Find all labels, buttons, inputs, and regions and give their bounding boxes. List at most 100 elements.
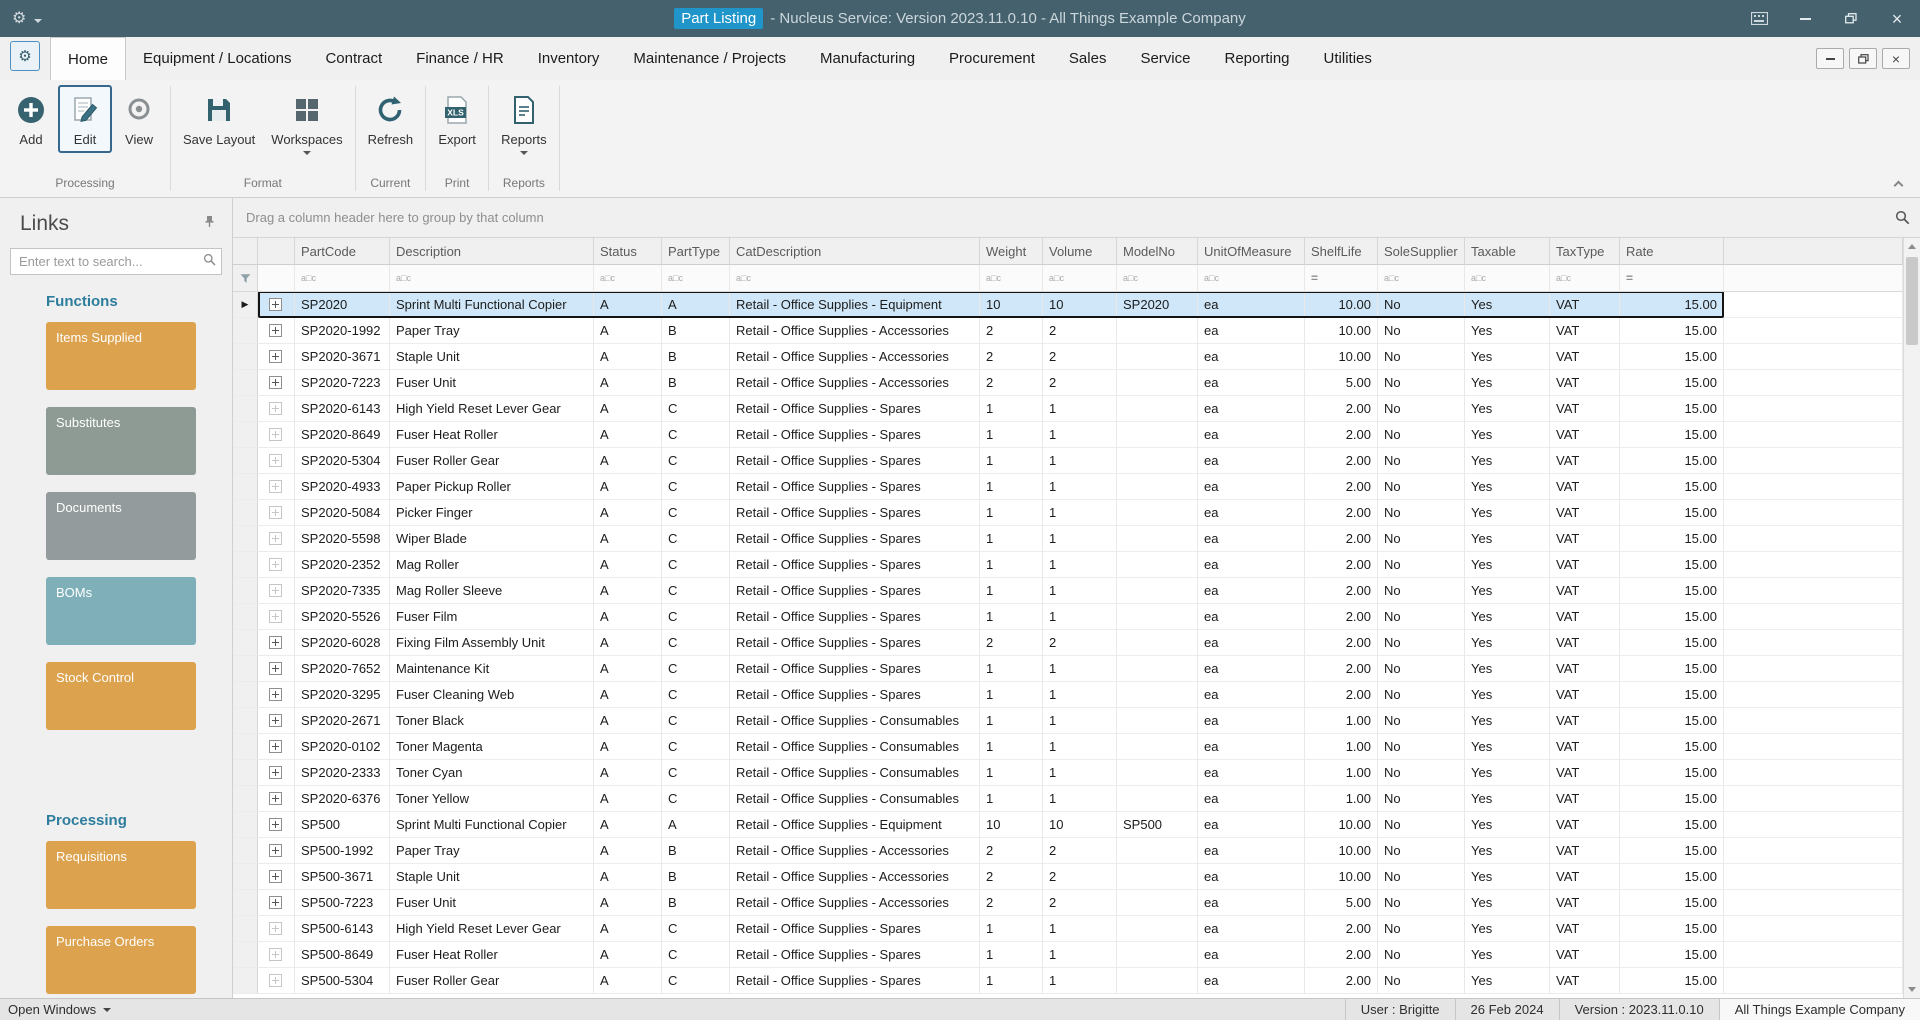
group-by-band[interactable]: Drag a column header here to group by th… <box>233 198 1920 238</box>
expand-icon[interactable] <box>269 974 282 987</box>
sidebar-link-requisitions[interactable]: Requisitions <box>46 841 196 909</box>
tab-home[interactable]: Home <box>50 37 127 80</box>
grid-row-sp500-8649[interactable]: SP500-8649 Fuser Heat Roller A C Retail - Of… <box>233 942 1903 968</box>
tab-service[interactable]: Service <box>1123 37 1207 80</box>
tab-sales[interactable]: Sales <box>1052 37 1124 80</box>
expand-cell[interactable] <box>258 396 295 422</box>
expand-icon[interactable] <box>269 688 282 701</box>
column-header-catdescription[interactable]: CatDescription <box>730 238 980 265</box>
filter-cell-status[interactable]: a□c <box>594 265 662 292</box>
filter-cell-unitofmeasure[interactable]: a□c <box>1198 265 1305 292</box>
tab-contract[interactable]: Contract <box>308 37 399 80</box>
grid-row-sp2020-7223[interactable]: SP2020-7223 Fuser Unit A B Retail - Office S… <box>233 370 1903 396</box>
filter-cell-catdescription[interactable]: a□c <box>730 265 980 292</box>
expand-cell[interactable] <box>258 682 295 708</box>
expand-cell[interactable] <box>258 786 295 812</box>
expand-cell[interactable] <box>258 578 295 604</box>
grid-row-sp2020-2352[interactable]: SP2020-2352 Mag Roller A C Retail - Office S… <box>233 552 1903 578</box>
expand-cell[interactable] <box>258 318 295 344</box>
expand-cell[interactable] <box>258 838 295 864</box>
sidebar-link-stock-control[interactable]: Stock Control <box>46 662 196 730</box>
grid-row-sp2020-0102[interactable]: SP2020-0102 Toner Magenta A C Retail - Offic… <box>233 734 1903 760</box>
expand-cell[interactable] <box>258 630 295 656</box>
expand-icon[interactable] <box>269 844 282 857</box>
column-header-unitofmeasure[interactable]: UnitOfMeasure <box>1198 238 1305 265</box>
collapse-ribbon-button[interactable] <box>1888 175 1908 191</box>
reports-button[interactable]: Reports <box>493 85 555 161</box>
expand-icon[interactable] <box>269 376 282 389</box>
expand-cell[interactable] <box>258 344 295 370</box>
tab-utilities[interactable]: Utilities <box>1307 37 1389 80</box>
grid-row-sp2020-2333[interactable]: SP2020-2333 Toner Cyan A C Retail - Office S… <box>233 760 1903 786</box>
sidebar-link-documents[interactable]: Documents <box>46 492 196 560</box>
titlebar-chevron-down-icon[interactable] <box>34 18 43 23</box>
tab-procurement[interactable]: Procurement <box>932 37 1052 80</box>
grid-row-sp2020[interactable]: ▶ SP2020 Sprint Multi Functional Copier A A R… <box>233 292 1903 318</box>
expand-icon[interactable] <box>269 610 282 623</box>
grid-row-sp2020-5598[interactable]: SP2020-5598 Wiper Blade A C Retail - Office … <box>233 526 1903 552</box>
filter-cell-weight[interactable]: a□c <box>980 265 1043 292</box>
scroll-up-button[interactable] <box>1904 238 1920 255</box>
expand-cell[interactable] <box>258 500 295 526</box>
grid-row-sp2020-6376[interactable]: SP2020-6376 Toner Yellow A C Retail - Office… <box>233 786 1903 812</box>
column-header-description[interactable]: Description <box>390 238 594 265</box>
edit-button[interactable]: Edit <box>58 85 112 153</box>
column-header-taxtype[interactable]: TaxType <box>1550 238 1620 265</box>
filter-cell-rate[interactable]: = <box>1620 265 1724 292</box>
document-restore-button[interactable] <box>1849 48 1877 69</box>
expand-icon[interactable] <box>269 558 282 571</box>
grid-row-sp2020-8649[interactable]: SP2020-8649 Fuser Heat Roller A C Retail - O… <box>233 422 1903 448</box>
expand-cell[interactable] <box>258 370 295 396</box>
export-button[interactable]: XLS Export <box>430 85 484 153</box>
grid-row-sp500[interactable]: SP500 Sprint Multi Functional Copier A A Ret… <box>233 812 1903 838</box>
expand-cell[interactable] <box>258 864 295 890</box>
vertical-scrollbar[interactable] <box>1903 238 1920 998</box>
expand-icon[interactable] <box>269 922 282 935</box>
grid-row-sp2020-3671[interactable]: SP2020-3671 Staple Unit A B Retail - Office … <box>233 344 1903 370</box>
tab-equipment-locations[interactable]: Equipment / Locations <box>126 37 308 80</box>
open-windows-button[interactable]: Open Windows <box>0 1002 112 1017</box>
settings-gear-icon[interactable]: ⚙ <box>12 10 26 27</box>
grid-row-sp2020-3295[interactable]: SP2020-3295 Fuser Cleaning Web A C Retail - … <box>233 682 1903 708</box>
expand-cell[interactable] <box>258 552 295 578</box>
filter-cell-solesupplier[interactable]: a□c <box>1378 265 1465 292</box>
grid-row-sp2020-1992[interactable]: SP2020-1992 Paper Tray A B Retail - Office S… <box>233 318 1903 344</box>
grid-row-sp2020-5526[interactable]: SP2020-5526 Fuser Film A C Retail - Office S… <box>233 604 1903 630</box>
filter-cell-description[interactable]: a□c <box>390 265 594 292</box>
expand-cell[interactable] <box>258 942 295 968</box>
sidebar-link-boms[interactable]: BOMs <box>46 577 196 645</box>
expand-icon[interactable] <box>269 870 282 883</box>
tab-manufacturing[interactable]: Manufacturing <box>803 37 932 80</box>
grid-row-sp2020-7335[interactable]: SP2020-7335 Mag Roller Sleeve A C Retail - O… <box>233 578 1903 604</box>
expand-cell[interactable] <box>258 292 295 318</box>
touch-keyboard-icon[interactable] <box>1736 0 1782 37</box>
application-menu-button[interactable]: ⚙ <box>10 40 40 71</box>
expand-icon[interactable] <box>269 454 282 467</box>
tab-finance-hr[interactable]: Finance / HR <box>399 37 521 80</box>
grid-row-sp2020-6143[interactable]: SP2020-6143 High Yield Reset Lever Gear A C… <box>233 396 1903 422</box>
expand-cell[interactable] <box>258 760 295 786</box>
expand-cell[interactable] <box>258 474 295 500</box>
tab-maintenance-projects[interactable]: Maintenance / Projects <box>616 37 803 80</box>
column-header-shelflife[interactable]: ShelfLife <box>1305 238 1378 265</box>
expand-cell[interactable] <box>258 604 295 630</box>
search-icon[interactable] <box>203 253 216 271</box>
expand-icon[interactable] <box>269 584 282 597</box>
expand-icon[interactable] <box>269 896 282 909</box>
filter-cell-volume[interactable]: a□c <box>1043 265 1117 292</box>
expand-icon[interactable] <box>269 792 282 805</box>
column-header-status[interactable]: Status <box>594 238 662 265</box>
column-header-solesupplier[interactable]: SoleSupplier <box>1378 238 1465 265</box>
close-button[interactable]: × <box>1874 0 1920 37</box>
scroll-down-button[interactable] <box>1904 981 1920 998</box>
scrollbar-thumb[interactable] <box>1906 257 1918 345</box>
sidebar-link-purchase-orders[interactable]: Purchase Orders <box>46 926 196 994</box>
expand-icon[interactable] <box>269 662 282 675</box>
document-minimize-button[interactable] <box>1816 48 1844 69</box>
filter-funnel-cell[interactable] <box>233 265 258 292</box>
column-header-parttype[interactable]: PartType <box>662 238 730 265</box>
filter-cell-modelno[interactable]: a□c <box>1117 265 1198 292</box>
view-button[interactable]: View <box>112 85 166 153</box>
grid-row-sp500-3671[interactable]: SP500-3671 Staple Unit A B Retail - Office S… <box>233 864 1903 890</box>
expand-icon[interactable] <box>269 818 282 831</box>
